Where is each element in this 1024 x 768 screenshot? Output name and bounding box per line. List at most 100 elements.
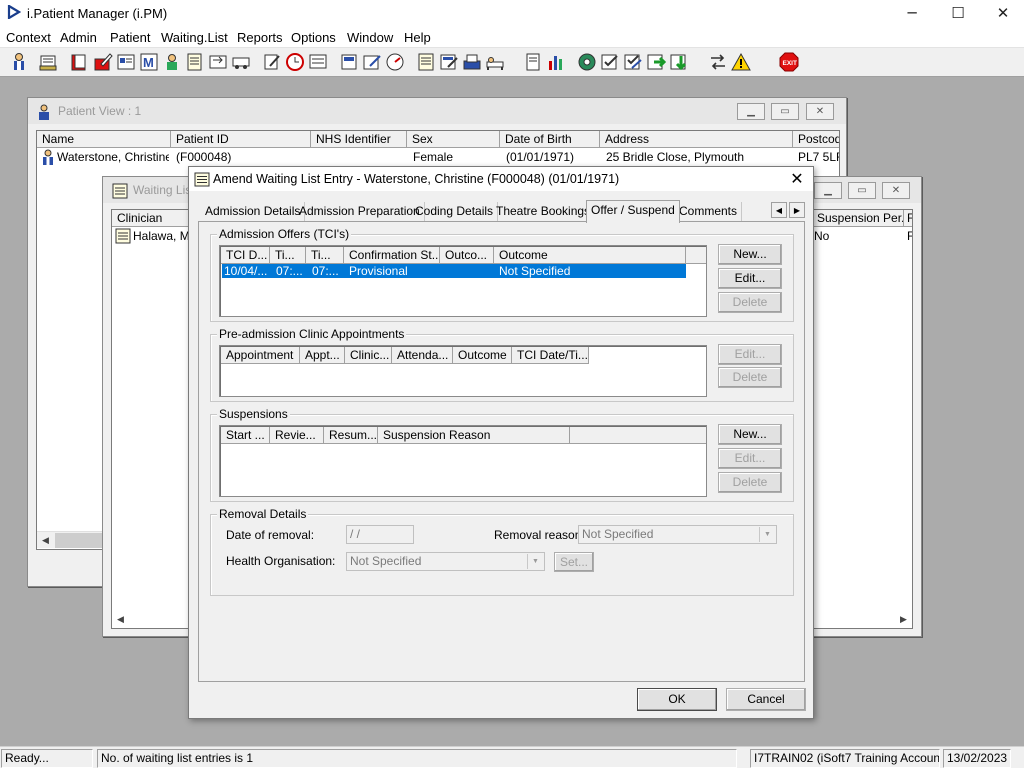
col-sex[interactable]: Sex <box>407 131 500 148</box>
patient-icon[interactable] <box>9 52 29 73</box>
col-address[interactable]: Address <box>600 131 793 148</box>
col-confirmation-status[interactable]: Confirmation St... <box>344 247 440 264</box>
close-button[interactable]: ✕ <box>882 182 910 199</box>
col-outcome-code[interactable]: Outco... <box>440 247 494 264</box>
cancel-button[interactable]: Cancel <box>726 688 806 711</box>
col-review[interactable]: Revie... <box>270 427 324 444</box>
date-of-removal-field[interactable]: / / <box>346 525 414 544</box>
col-name[interactable]: Name <box>37 131 171 148</box>
menu-window[interactable]: Window <box>347 30 393 45</box>
gauge-icon[interactable] <box>385 52 405 73</box>
tab-offer-suspend[interactable]: Offer / Suspend <box>586 200 680 223</box>
menu-help[interactable]: Help <box>404 30 431 45</box>
minimize-button[interactable]: ▁ <box>814 182 842 199</box>
tab-admission-preparation[interactable]: Admission Preparation <box>295 202 425 222</box>
edit-offer-button[interactable]: Edit... <box>718 268 782 289</box>
edit-appointment-button[interactable]: Edit... <box>718 344 782 365</box>
menu-reports[interactable]: Reports <box>237 30 283 45</box>
col-appt[interactable]: Appt... <box>300 347 345 364</box>
checklist-edit-icon[interactable] <box>623 52 643 73</box>
col-dob[interactable]: Date of Birth <box>500 131 600 148</box>
minimize-button[interactable]: ─ <box>889 0 935 27</box>
tab-scroll-left-arrow[interactable]: ◀ <box>771 202 787 218</box>
delete-suspension-button[interactable]: Delete <box>718 472 782 493</box>
tab-comments[interactable]: Comments <box>675 202 743 222</box>
note-edit-icon[interactable] <box>262 52 282 73</box>
bed-icon[interactable] <box>485 52 505 73</box>
menu-waiting-list[interactable]: Waiting.List <box>161 30 228 45</box>
new-suspension-button[interactable]: New... <box>718 424 782 445</box>
col-clinician[interactable]: Clinician <box>112 210 192 227</box>
table-row[interactable]: 10/04/... 07:... 07:... Provisional Not … <box>222 264 686 278</box>
form-icon[interactable] <box>185 52 205 73</box>
scroll-right-arrow[interactable]: ▶ <box>895 611 912 628</box>
tab-admission-details[interactable]: Admission Details <box>201 202 306 222</box>
edit-suspension-button[interactable]: Edit... <box>718 448 782 469</box>
person-icon[interactable] <box>162 52 182 73</box>
book-icon[interactable] <box>69 52 89 73</box>
menu-admin[interactable]: Admin <box>60 30 97 45</box>
maximize-button[interactable]: ▭ <box>848 182 876 199</box>
tray-icon[interactable] <box>462 52 482 73</box>
set-health-organisation-button[interactable]: Set... <box>554 552 594 572</box>
register-icon[interactable] <box>116 52 136 73</box>
col-appointment[interactable]: Appointment <box>221 347 300 364</box>
ok-button[interactable]: OK <box>637 688 717 711</box>
col-postcode[interactable]: Postcod <box>793 131 839 148</box>
col-suspension-reason[interactable]: Suspension Reason <box>378 427 570 444</box>
col-time-1[interactable]: Ti... <box>270 247 306 264</box>
table-row[interactable]: Waterstone, Christine... (F000048) Femal… <box>37 149 839 165</box>
chevron-down-icon[interactable]: ▼ <box>527 554 543 569</box>
tab-theatre-bookings[interactable]: Theatre Bookings <box>492 202 596 222</box>
col-outcome[interactable]: Outcome <box>453 347 512 364</box>
chevron-down-icon[interactable]: ▼ <box>759 527 775 542</box>
health-organisation-select[interactable]: Not Specified ▼ <box>346 552 545 571</box>
new-offer-button[interactable]: New... <box>718 244 782 265</box>
swap-icon[interactable] <box>208 52 228 73</box>
bar-chart-icon[interactable] <box>546 52 566 73</box>
close-icon[interactable]: ✕ <box>787 169 807 188</box>
scroll-thumb[interactable] <box>55 533 107 548</box>
removal-reason-select[interactable]: Not Specified ▼ <box>578 525 777 544</box>
tab-coding-details[interactable]: Coding Details <box>411 202 499 222</box>
swap-arrows-icon[interactable] <box>708 52 728 73</box>
menu-context[interactable]: Context <box>6 30 51 45</box>
grid-icon[interactable] <box>362 52 382 73</box>
col-nhs-identifier[interactable]: NHS Identifier <box>311 131 407 148</box>
delete-offer-button[interactable]: Delete <box>718 292 782 313</box>
menu-patient[interactable]: Patient <box>110 30 150 45</box>
card-icon[interactable] <box>308 52 328 73</box>
green-arrow-down-icon[interactable] <box>669 52 689 73</box>
close-button[interactable]: ✕ <box>806 103 834 120</box>
folder-edit-icon[interactable] <box>93 52 113 73</box>
minimize-button[interactable]: ▁ <box>737 103 765 120</box>
col-patient-id[interactable]: Patient ID <box>171 131 311 148</box>
tab-scroll-right-arrow[interactable]: ▶ <box>789 202 805 218</box>
maximize-button[interactable]: ☐ <box>935 0 981 27</box>
col-tci-date-time[interactable]: TCI Date/Ti... <box>512 347 589 364</box>
close-button[interactable]: ✕ <box>980 0 1024 27</box>
notes-icon[interactable] <box>339 52 359 73</box>
col-suspension-period[interactable]: Suspension Per... <box>812 210 904 227</box>
col-attendance[interactable]: Attenda... <box>392 347 453 364</box>
warning-icon[interactable] <box>731 52 751 73</box>
delete-appointment-button[interactable]: Delete <box>718 367 782 388</box>
col-outcome[interactable]: Outcome <box>494 247 686 264</box>
menu-options[interactable]: Options <box>291 30 336 45</box>
m-icon[interactable]: M <box>139 52 159 73</box>
clock-icon[interactable] <box>285 52 305 73</box>
col-start[interactable]: Start ... <box>221 427 270 444</box>
col-resume[interactable]: Resum... <box>324 427 378 444</box>
globe-icon[interactable] <box>577 52 597 73</box>
print-icon[interactable] <box>38 52 58 73</box>
col-clinic[interactable]: Clinic... <box>345 347 392 364</box>
patient-view-hscrollbar[interactable]: ◀ <box>37 531 107 548</box>
scroll-left-arrow[interactable]: ◀ <box>112 611 129 628</box>
col-time-2[interactable]: Ti... <box>306 247 344 264</box>
col-tci-date[interactable]: TCI D... <box>221 247 270 264</box>
maximize-button[interactable]: ▭ <box>771 103 799 120</box>
vehicle-icon[interactable] <box>231 52 251 73</box>
list-edit-icon[interactable] <box>439 52 459 73</box>
col-f[interactable]: F <box>904 210 912 227</box>
page-icon[interactable] <box>523 52 543 73</box>
